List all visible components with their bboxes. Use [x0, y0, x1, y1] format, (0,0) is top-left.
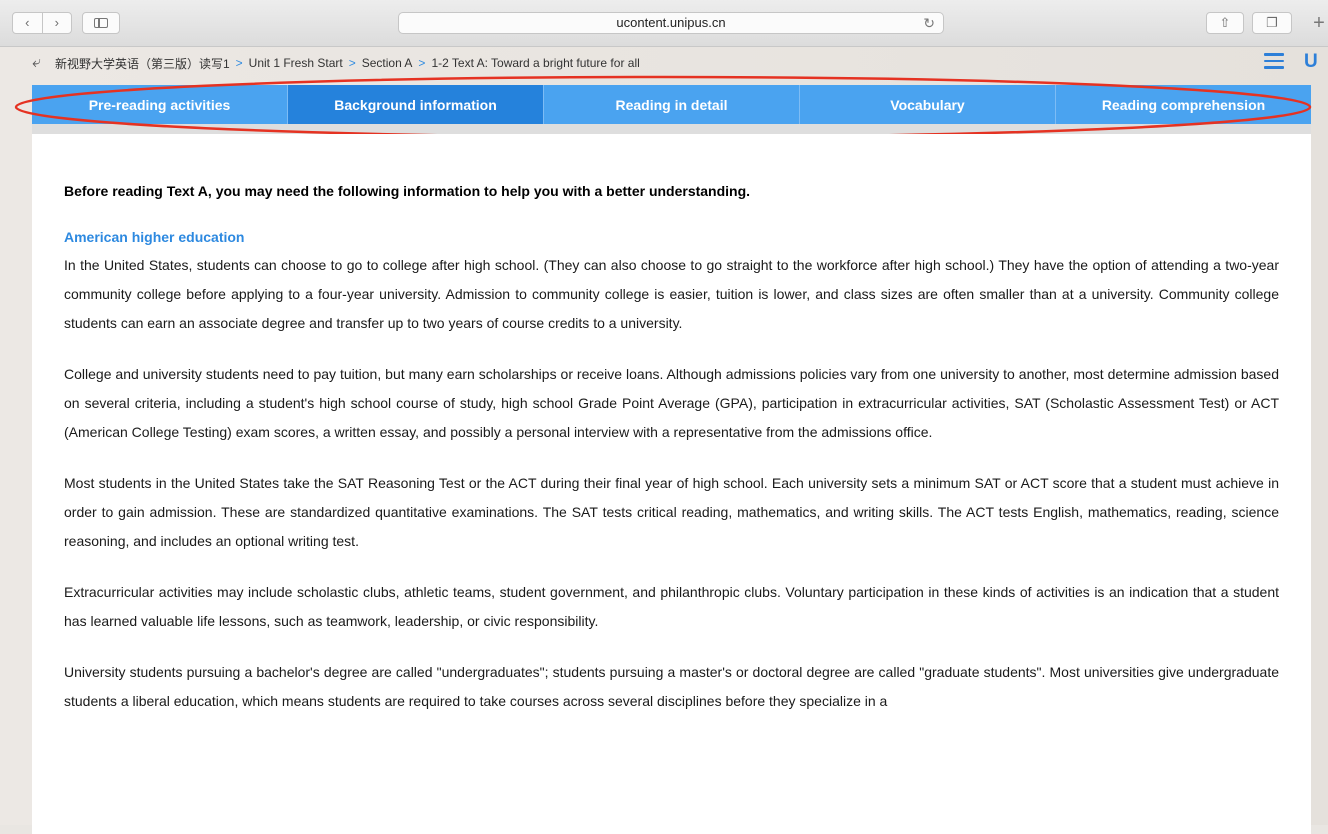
intro-text: Before reading Text A, you may need the … — [64, 183, 751, 199]
chevron-right-icon[interactable]: › — [43, 13, 72, 33]
section-heading: American higher education — [64, 229, 245, 245]
content-panel: Before reading Text A, you may need the … — [32, 134, 1311, 834]
paragraph: University students pursuing a bachelor'… — [64, 664, 1279, 709]
tab-reading-in-detail[interactable]: Reading in detail — [544, 85, 800, 124]
paragraph: Most students in the United States take … — [64, 475, 1279, 549]
tab-pre-reading-activities[interactable]: Pre-reading activities — [32, 85, 288, 124]
tab-underline-strip — [32, 124, 1311, 134]
paragraph: Extracurricular activities may include s… — [64, 584, 1279, 629]
page: ⤶ 新视野大学英语（第三版）读写1 > Unit 1 Fresh Start >… — [0, 47, 1328, 834]
sidebar-button[interactable] — [82, 12, 120, 34]
paragraph: College and university students need to … — [64, 366, 1279, 440]
history-nav: ‹ › — [12, 12, 72, 34]
tab-reading-comprehension[interactable]: Reading comprehension — [1056, 85, 1311, 124]
breadcrumb: ⤶ 新视野大学英语（第三版）读写1 > Unit 1 Fresh Start >… — [32, 53, 640, 73]
tabs-icon: ❐ — [1266, 15, 1278, 30]
reload-icon[interactable]: ↻ — [923, 13, 935, 33]
chevron-right-icon: > — [348, 56, 356, 70]
address-bar[interactable]: ucontent.unipus.cn ↻ — [398, 12, 944, 34]
plus-icon[interactable]: + — [1304, 8, 1328, 38]
share-icon: ⇧ — [1219, 15, 1231, 30]
chevron-right-icon: > — [418, 56, 426, 70]
breadcrumb-item-unit[interactable]: Unit 1 Fresh Start — [249, 56, 343, 70]
section-tabbar: Pre-reading activities Background inform… — [32, 85, 1311, 124]
breadcrumb-item-course[interactable]: 新视野大学英语（第三版）读写1 — [55, 55, 230, 72]
chevron-left-icon[interactable]: ‹ — [13, 13, 43, 33]
unipus-logo: U — [1304, 51, 1318, 72]
hamburger-menu-icon[interactable] — [1264, 53, 1284, 69]
back-icon[interactable]: ⤶ — [32, 54, 41, 72]
url-text: ucontent.unipus.cn — [616, 15, 726, 30]
browser-toolbar: ‹ › ucontent.unipus.cn ↻ ⇧ ❐ + — [0, 0, 1328, 47]
breadcrumb-item-section[interactable]: Section A — [362, 56, 413, 70]
sidebar-icon — [94, 18, 108, 28]
tab-vocabulary[interactable]: Vocabulary — [800, 85, 1056, 124]
tabs-button[interactable]: ❐ — [1252, 12, 1292, 34]
share-button[interactable]: ⇧ — [1206, 12, 1244, 34]
breadcrumb-item-text[interactable]: 1-2 Text A: Toward a bright future for a… — [431, 56, 639, 70]
chevron-right-icon: > — [235, 56, 243, 70]
tab-background-information[interactable]: Background information — [288, 85, 544, 124]
paragraph: In the United States, students can choos… — [64, 257, 1279, 331]
